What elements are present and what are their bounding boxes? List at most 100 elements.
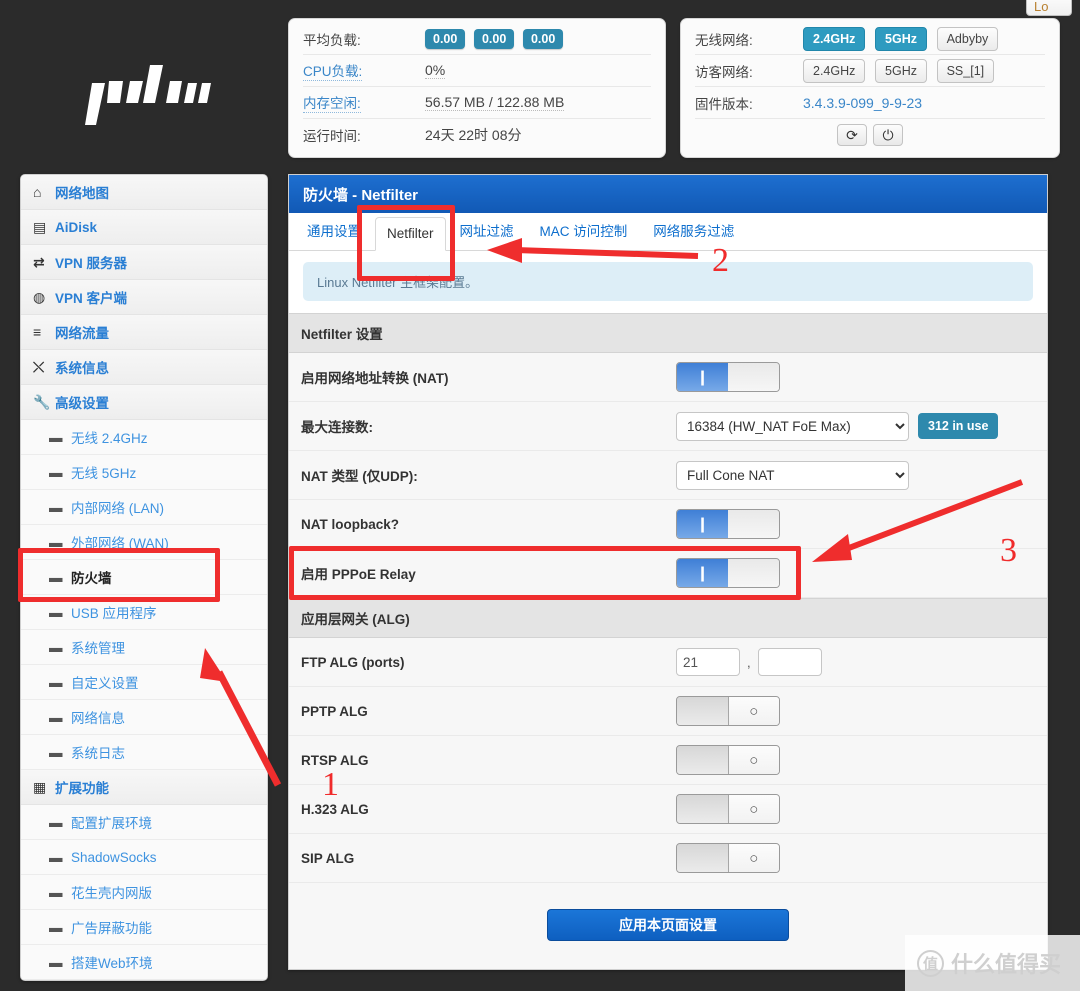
- nat-type-select[interactable]: Full Cone NAT: [676, 460, 909, 490]
- sidebar-nav[interactable]: ⌂ 网络地图 ▤ AiDisk ⇄ VPN 服务器 ◍ VPN 客户端 ≡ 网络流量 ⤬ 系统信息 🔧 高…: [20, 174, 268, 981]
- loadavg-badge-1: 0.00: [425, 28, 466, 49]
- dash-icon: ▬: [49, 919, 63, 935]
- wrench-icon: 🔧: [33, 393, 51, 410]
- dash-icon: ▬: [49, 954, 63, 970]
- toggle-on-indicator: ❙: [677, 363, 728, 391]
- sidebar-subitem-label: 广告屏蔽功能: [71, 921, 152, 936]
- memory-free-value: 56.57 MB / 122.88 MB: [425, 94, 565, 111]
- sidebar-subitem-label: 防火墙: [71, 571, 112, 586]
- tab-2[interactable]: 网址过滤: [448, 211, 526, 250]
- status-row-guest: 访客网络: 2.4GHz 5GHz SS_[1]: [695, 55, 1045, 87]
- tab-bar[interactable]: 通用设置 Netfilter 网址过滤 MAC 访问控制 网络服务过滤: [289, 213, 1047, 251]
- sidebar-subitem-15[interactable]: ▬ 网络信息: [21, 700, 267, 735]
- guest-pill-5ghz[interactable]: 5GHz: [875, 58, 927, 83]
- sidebar-item-2[interactable]: ⇄ VPN 服务器: [21, 245, 267, 280]
- toggle-knob: [677, 795, 728, 823]
- sidebar-subitem-14[interactable]: ▬ 自定义设置: [21, 665, 267, 700]
- max-connections-label: 最大连接数:: [301, 420, 373, 435]
- refresh-icon[interactable]: ⟳: [837, 124, 867, 146]
- h323-alg-toggle[interactable]: ○: [676, 794, 780, 824]
- section-netfilter-header: Netfilter 设置: [289, 313, 1047, 353]
- cpu-load-label[interactable]: CPU负载:: [303, 60, 363, 81]
- dash-icon: ▬: [49, 464, 63, 480]
- status-row-firmware: 固件版本: 3.4.3.9-099_9-9-23: [695, 87, 1045, 119]
- guest-pill-24ghz[interactable]: 2.4GHz: [803, 58, 866, 83]
- toggle-knob: [728, 510, 779, 538]
- row-sip-alg: SIP ALG ○: [289, 834, 1047, 883]
- sidebar-subitem-label: 系统管理: [71, 641, 125, 656]
- sidebar-item-4[interactable]: ≡ 网络流量: [21, 315, 267, 350]
- row-ftp-alg: FTP ALG (ports) ,: [289, 638, 1047, 687]
- vpn-icon: ⇄: [33, 253, 45, 270]
- row-pptp-alg: PPTP ALG ○: [289, 687, 1047, 736]
- toggle-knob: [728, 363, 779, 391]
- sidebar-subitem-8[interactable]: ▬ 无线 5GHz: [21, 455, 267, 490]
- sidebar-item-6[interactable]: 🔧 高级设置: [21, 385, 267, 420]
- wireless-pill-5ghz[interactable]: 5GHz: [875, 26, 927, 51]
- cpu-load-value: 0%: [425, 62, 446, 79]
- loadavg-badge-2: 0.00: [473, 28, 515, 49]
- nat-loopback-toggle[interactable]: ❙: [676, 509, 780, 539]
- ftp-alg-port1-input[interactable]: [676, 648, 740, 676]
- tab-3[interactable]: MAC 访问控制: [528, 211, 640, 250]
- uptime-label: 运行时间:: [303, 129, 361, 144]
- tab-1[interactable]: Netfilter: [375, 217, 446, 251]
- pppoe-relay-toggle[interactable]: ❙: [676, 558, 780, 588]
- toggle-knob: [728, 559, 779, 587]
- ftp-alg-port2-input[interactable]: [757, 648, 822, 676]
- toggle-knob: [677, 844, 728, 872]
- ftp-alg-label: FTP ALG (ports): [301, 654, 405, 670]
- sidebar-item-1[interactable]: ▤ AiDisk: [21, 210, 267, 245]
- page-title: 防火墙 - Netfilter: [289, 175, 1047, 213]
- sidebar-subitem-7[interactable]: ▬ 无线 2.4GHz: [21, 420, 267, 455]
- toggle-off-indicator: ○: [727, 697, 779, 725]
- sidebar-subitem-9[interactable]: ▬ 内部网络 (LAN): [21, 490, 267, 525]
- sidebar-subitem-16[interactable]: ▬ 系统日志: [21, 735, 267, 770]
- sidebar-subitem-12[interactable]: ▬ USB 应用程序: [21, 595, 267, 630]
- firmware-label: 固件版本:: [695, 96, 753, 112]
- sidebar-subitem-22[interactable]: ▬ 搭建Web环境: [21, 945, 267, 980]
- sidebar-subitem-20[interactable]: ▬ 花生壳内网版: [21, 875, 267, 910]
- wireless-pill-24ghz[interactable]: 2.4GHz: [803, 26, 866, 51]
- sidebar-subitem-10[interactable]: ▬ 外部网络 (WAN): [21, 525, 267, 560]
- enable-nat-toggle[interactable]: ❙: [676, 362, 780, 392]
- sidebar-item-17[interactable]: ▦ 扩展功能: [21, 770, 267, 805]
- sidebar-subitem-21[interactable]: ▬ 广告屏蔽功能: [21, 910, 267, 945]
- dash-icon: ▬: [49, 499, 63, 515]
- logout-button[interactable]: Lo: [1026, 0, 1072, 16]
- sidebar-subitem-19[interactable]: ▬ ShadowSocks: [21, 840, 267, 875]
- pptp-alg-toggle[interactable]: ○: [676, 696, 780, 726]
- toggle-knob: [677, 746, 728, 774]
- padavan-logo: [20, 20, 288, 170]
- tab-4[interactable]: 网络服务过滤: [641, 211, 746, 250]
- main-panel: 防火墙 - Netfilter 通用设置 Netfilter 网址过滤 MAC 访问控…: [288, 174, 1048, 970]
- row-nat-loopback: NAT loopback? ❙: [289, 500, 1047, 549]
- sidebar-item-0[interactable]: ⌂ 网络地图: [21, 175, 267, 210]
- sidebar-subitem-18[interactable]: ▬ 配置扩展环境: [21, 805, 267, 840]
- section-alg-header: 应用层网关 (ALG): [289, 598, 1047, 638]
- toggle-on-indicator: ❙: [677, 510, 728, 538]
- enable-nat-label: 启用网络地址转换 (NAT): [301, 371, 449, 386]
- sidebar-item-label: VPN 服务器: [55, 256, 128, 271]
- memory-free-label[interactable]: 内存空闲:: [303, 92, 361, 113]
- apply-settings-button[interactable]: 应用本页面设置: [547, 909, 789, 941]
- firmware-value[interactable]: 3.4.3.9-099_9-9-23: [803, 95, 922, 111]
- tab-0[interactable]: 通用设置: [295, 211, 373, 250]
- rtsp-alg-toggle[interactable]: ○: [676, 745, 780, 775]
- power-icon[interactable]: ⏻: [873, 124, 903, 146]
- sidebar-item-3[interactable]: ◍ VPN 客户端: [21, 280, 267, 315]
- wireless-pill-adbyby[interactable]: Adbyby: [936, 26, 999, 51]
- guest-pill-ss1[interactable]: SS_[1]: [936, 58, 995, 83]
- sidebar-subitem-13[interactable]: ▬ 系统管理: [21, 630, 267, 665]
- sip-alg-toggle[interactable]: ○: [676, 843, 780, 873]
- toggle-off-indicator: ○: [727, 844, 779, 872]
- sidebar-item-label: AiDisk: [55, 219, 98, 235]
- sidebar-subitem-11[interactable]: ▬ 防火墙: [21, 560, 267, 595]
- sidebar-subitem-label: 外部网络 (WAN): [71, 536, 169, 551]
- sip-alg-label: SIP ALG: [301, 850, 355, 866]
- dash-icon: ▬: [49, 814, 63, 830]
- watermark-logo-icon: 值: [917, 949, 944, 977]
- max-connections-select[interactable]: 16384 (HW_NAT FoE Max): [676, 411, 909, 441]
- sidebar-item-5[interactable]: ⤬ 系统信息: [21, 350, 267, 385]
- nat-type-label: NAT 类型 (仅UDP):: [301, 469, 418, 484]
